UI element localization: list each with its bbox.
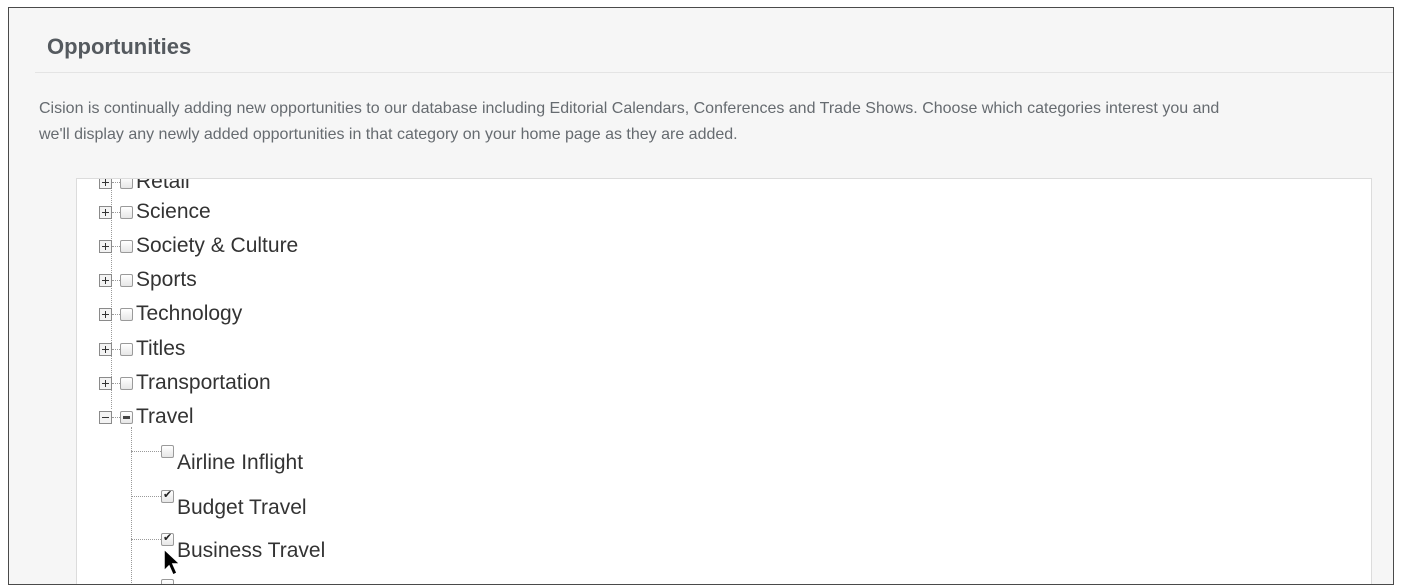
tree-node-titles[interactable]: Titles: [99, 334, 185, 364]
plus-icon[interactable]: [99, 376, 112, 390]
plus-icon[interactable]: [99, 205, 112, 219]
tree-node-transportation[interactable]: Transportation: [99, 368, 271, 398]
tree-node-business-travel[interactable]: Business Travel: [131, 531, 325, 567]
plus-icon[interactable]: [99, 273, 112, 287]
tree-node-next-hidden[interactable]: [131, 577, 174, 584]
checkbox-next-hidden[interactable]: [161, 579, 174, 584]
page-title: Opportunities: [47, 34, 192, 59]
checkbox-retail[interactable]: [120, 179, 133, 189]
mouse-pointer-icon: [163, 548, 182, 577]
tree-node-label: Sports: [136, 268, 197, 291]
tree-node-label: Airline Inflight: [177, 451, 304, 474]
section-header: Opportunities: [35, 8, 1393, 73]
opportunities-panel: Opportunities Cision is continually addi…: [8, 7, 1394, 585]
tree-node-budget-travel[interactable]: Budget Travel: [131, 488, 307, 524]
checkbox-airline-inflight[interactable]: [161, 445, 174, 458]
tree-node-sports[interactable]: Sports: [99, 265, 197, 295]
tree-node-airline-inflight[interactable]: Airline Inflight: [131, 443, 303, 479]
checkbox-transportation[interactable]: [120, 376, 133, 390]
section-description: Cision is continually adding new opportu…: [39, 100, 1220, 143]
tree-node-travel[interactable]: Travel: [99, 402, 194, 432]
tree-node-label: Science: [136, 200, 211, 223]
tree-node-label: Business Travel: [177, 539, 326, 562]
checkbox-titles[interactable]: [120, 342, 133, 356]
tree-node-label: Budget Travel: [177, 496, 307, 519]
tree-node-science[interactable]: Science: [99, 197, 211, 227]
checkbox-technology[interactable]: [120, 307, 133, 321]
tree-node-technology[interactable]: Technology: [99, 299, 242, 329]
plus-icon[interactable]: [99, 239, 112, 253]
checkbox-business-travel[interactable]: [161, 531, 174, 546]
checkbox-science[interactable]: [120, 205, 133, 219]
tree-node-label: Retail: [136, 178, 190, 193]
tree-node-society-culture[interactable]: Society & Culture: [99, 231, 298, 261]
checkbox-travel[interactable]: [120, 410, 133, 424]
tree-node-label: Transportation: [136, 371, 271, 394]
plus-icon[interactable]: [99, 179, 112, 189]
minus-icon[interactable]: [99, 410, 112, 424]
checkbox-sports[interactable]: [120, 273, 133, 287]
tree-node-label: Society & Culture: [136, 234, 299, 257]
category-tree[interactable]: Retail Science Society & Culture Sports: [76, 178, 1372, 584]
plus-icon[interactable]: [99, 342, 112, 356]
tree-node-label: Travel: [136, 405, 194, 428]
tree-node-retail[interactable]: Retail: [99, 178, 190, 197]
plus-icon[interactable]: [99, 307, 112, 321]
checkbox-budget-travel[interactable]: [161, 488, 174, 503]
tree-node-label: Titles: [136, 337, 186, 360]
tree-node-label: Technology: [136, 302, 243, 325]
checkbox-society-culture[interactable]: [120, 239, 133, 253]
